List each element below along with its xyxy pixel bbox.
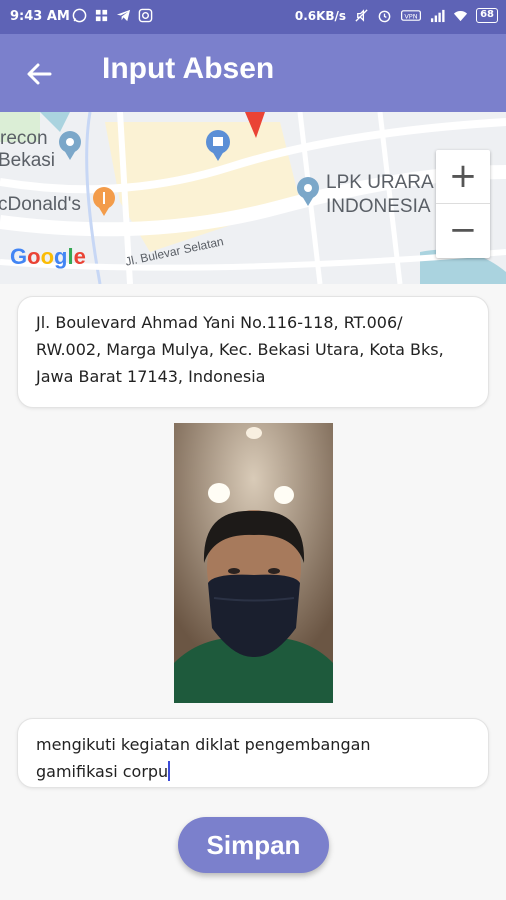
map-label-lpk-2: INDONESIA [326, 196, 431, 217]
note-input[interactable]: mengikuti kegiatan diklat pengembangan g… [17, 718, 489, 788]
network-speed: 0.6KB/s [294, 8, 347, 23]
address-field[interactable]: Jl. Boulevard Ahmad Yani No.116-118, RT.… [17, 296, 489, 408]
alarm-icon [378, 10, 391, 23]
page-title: Input Absen [102, 52, 275, 85]
svg-text:VPN: VPN [404, 12, 417, 20]
battery-indicator: 68 [476, 8, 498, 23]
zoom-out-button[interactable]: − [436, 204, 490, 258]
back-button[interactable] [20, 54, 60, 94]
map-label-precon: recon [0, 128, 48, 149]
address-line-3: Jawa Barat 17143, Indonesia [36, 367, 266, 386]
vpn-icon: VPN [401, 10, 422, 21]
address-line-1: Jl. Boulevard Ahmad Yani No.116-118, RT.… [36, 313, 403, 332]
whatsapp-icon [72, 8, 87, 23]
map-label-mcdonalds: cDonald's [0, 194, 81, 215]
selfie-photo [174, 423, 333, 703]
map-label-bekasi: Bekasi [0, 150, 56, 171]
map-label-lpk-1: LPK URARA [326, 172, 434, 193]
signal-icon [431, 9, 445, 23]
text-cursor [168, 761, 171, 781]
edge-icon [138, 8, 153, 23]
clock: 9:43 AM [10, 9, 70, 24]
note-line-2: gamifikasi corpu [36, 762, 169, 781]
save-button[interactable]: Simpan [178, 817, 329, 873]
app-bar: Input Absen [0, 34, 506, 112]
arrow-left-icon [27, 63, 52, 85]
zoom-in-button[interactable]: + [436, 150, 490, 204]
address-line-2: RW.002, Marga Mulya, Kec. Bekasi Utara, … [36, 340, 444, 359]
mute-icon [355, 9, 368, 22]
telegram-icon [116, 9, 131, 22]
note-line-1: mengikuti kegiatan diklat pengembangan [36, 735, 371, 754]
status-bar: 9:43 AM 0.6KB/s VPN 68 [0, 0, 506, 34]
google-logo: Google [10, 244, 86, 269]
grid-icon [95, 9, 108, 22]
map-zoom-control: + − [436, 150, 490, 258]
wifi-icon [454, 10, 468, 22]
